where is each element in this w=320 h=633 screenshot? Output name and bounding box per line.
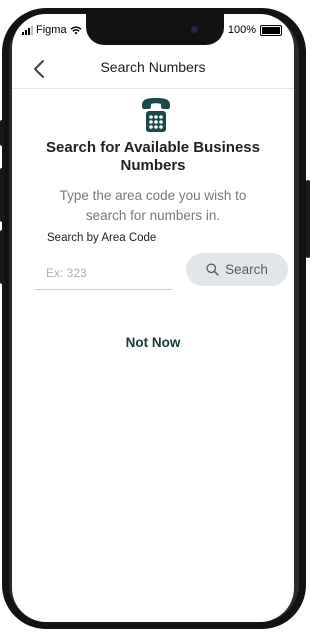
page-heading: Search for Available Business Numbers: [46, 139, 260, 174]
signal-icon: [22, 25, 33, 35]
area-code-label: Search by Area Code: [47, 232, 157, 244]
notch: [86, 14, 224, 45]
phone-screen: Figma 100% Search Numbers Search for Ava…: [12, 14, 294, 622]
search-button[interactable]: Search: [186, 253, 288, 286]
instruction-text: Type the area code you wish to search fo…: [59, 188, 247, 223]
battery-percentage: 100%: [227, 24, 256, 36]
carrier-label: Figma: [36, 24, 67, 36]
search-button-label: Search: [225, 262, 268, 277]
nav-bar: Search Numbers: [12, 54, 294, 89]
status-left: Figma: [22, 24, 82, 36]
phone-side-button: [306, 180, 310, 258]
phone-side-button: [0, 230, 4, 284]
phone-side-button: [0, 120, 4, 146]
not-now-link[interactable]: Not Now: [12, 335, 294, 350]
search-icon: [206, 263, 219, 276]
wifi-icon: [70, 26, 82, 34]
telephone-icon: [142, 98, 170, 132]
phone-side-button: [0, 168, 4, 222]
battery-icon: [260, 24, 282, 36]
camera-icon: [191, 26, 198, 33]
area-code-input[interactable]: [34, 256, 172, 290]
page-title: Search Numbers: [100, 59, 206, 75]
status-right: 100%: [218, 24, 282, 36]
